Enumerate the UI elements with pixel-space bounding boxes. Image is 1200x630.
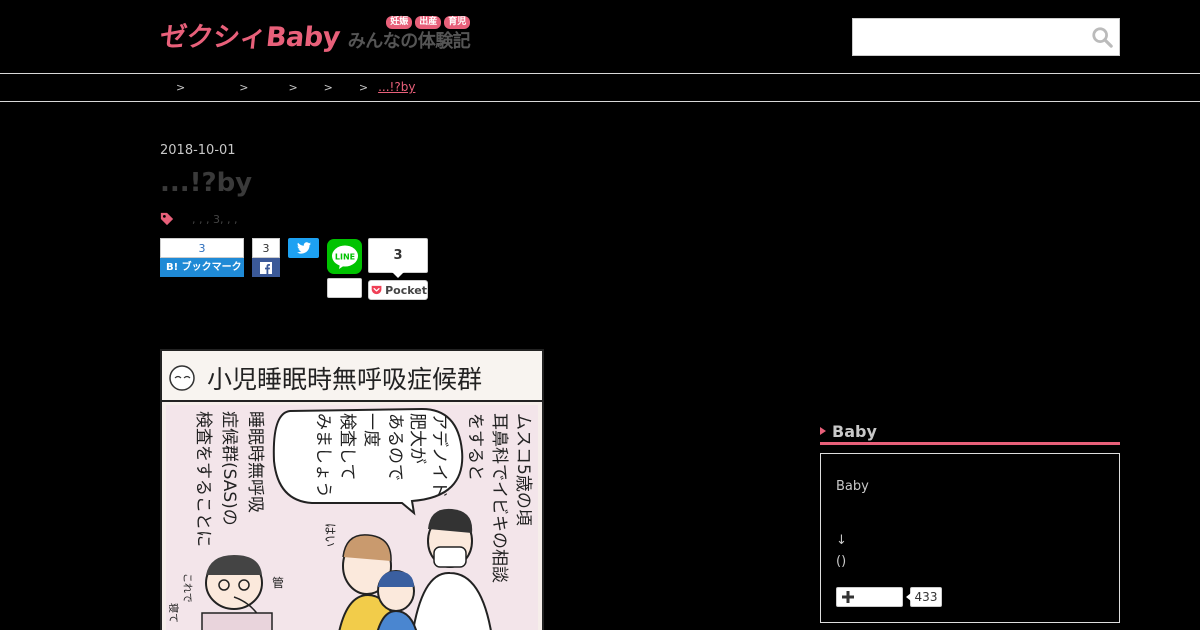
chevron-right-icon (820, 427, 826, 435)
breadcrumb-link[interactable] (258, 80, 278, 94)
bubble-line: あるので (385, 413, 405, 481)
breadcrumb-separator: > (358, 80, 369, 94)
sidebar-widget-box: Baby ↓ () 433 (820, 453, 1120, 623)
breadcrumb-link[interactable] (195, 80, 229, 94)
logo-side: 妊娠 出産 育児 みんなの体験記 (348, 16, 471, 54)
narration-line: 症候群(SAS)の (219, 411, 239, 526)
breadcrumb-separator: > (239, 80, 249, 94)
narration-line: 耳鼻科でイビキの相談 (489, 413, 509, 583)
small-label: 寝て (167, 603, 180, 623)
bubble-line: 一度 (361, 413, 381, 447)
breadcrumb-separator: > (323, 80, 333, 94)
line-icon: LINE (331, 245, 358, 269)
site-header: ゼクシィBaby 妊娠 出産 育児 みんなの体験記 (0, 0, 1200, 74)
logo-tag: 出産 (415, 16, 442, 29)
article-tags-text[interactable]: , , , 3, , , (192, 213, 237, 226)
sleeping-child-face (169, 365, 195, 391)
sidebar-widget-title: Baby (820, 420, 1120, 445)
pocket-icon (371, 285, 382, 295)
tag-icon (160, 212, 174, 226)
breadcrumb-link[interactable] (308, 80, 314, 94)
narration-line: ムスコ5歳の頃 (513, 413, 533, 526)
hatena-bookmark-button[interactable]: 3 B! ブックマーク (160, 238, 244, 278)
breadcrumb-link[interactable] (343, 80, 349, 94)
facebook-share-button[interactable]: 3 (252, 238, 280, 278)
follow-button[interactable] (836, 587, 903, 607)
breadcrumb-separator: > (176, 80, 186, 94)
narration-line: 検査をすることに (193, 411, 213, 547)
pocket-count: 3 (368, 238, 428, 273)
breadcrumb-current[interactable]: ...!?by (378, 80, 427, 94)
bubble-line: アデノイド (429, 413, 450, 498)
small-label: これで (181, 573, 193, 603)
widget-text: Baby (836, 479, 869, 494)
search-box (852, 18, 1120, 56)
small-label: 管 (272, 575, 284, 590)
manga-illustration: 小児睡眠時無呼吸症候群 アデノイド 肥大が あるので 一度 検査して みましょう… (160, 349, 544, 630)
twitter-icon (296, 242, 311, 254)
follow-count: 433 (906, 587, 942, 607)
logo-main-text: ゼクシィBaby (158, 22, 342, 53)
pocket-count-arrow (392, 272, 404, 278)
manga-title: 小児睡眠時無呼吸症候群 (207, 365, 482, 394)
sidebar-widget-title-text: Baby (832, 421, 877, 441)
pocket-label: Pocket (385, 283, 427, 297)
article-tags: , , , 3, , , (160, 212, 237, 226)
bubble-line: 検査して (337, 413, 357, 481)
logo-sub-text: みんなの体験記 (347, 31, 471, 52)
widget-text: ↓ (836, 533, 847, 548)
breadcrumb-link[interactable] (160, 80, 166, 94)
breadcrumb: > > > > > ...!?by (0, 74, 1200, 102)
breadcrumb-separator: > (288, 80, 298, 94)
narration-line: をすると (465, 413, 485, 481)
bubble-line: 肥大が (407, 413, 427, 464)
narration-line: 睡眠時無呼吸 (245, 411, 265, 513)
plus-icon (842, 591, 854, 603)
site-logo[interactable]: ゼクシィBaby 妊娠 出産 育児 みんなの体験記 (158, 16, 471, 60)
hatena-label: B! ブックマーク (160, 258, 244, 277)
line-icon-text: LINE (334, 252, 354, 261)
line-share-button[interactable]: LINE (327, 239, 362, 274)
article-title: ...!?by (160, 168, 253, 198)
facebook-icon (260, 261, 272, 274)
search-icon[interactable] (1091, 26, 1113, 48)
manga-drawing: 小児睡眠時無呼吸症候群 アデノイド 肥大が あるので 一度 検査して みましょう… (162, 351, 542, 630)
child-figure (376, 570, 418, 630)
line-count-box (327, 278, 362, 298)
twitter-share-button[interactable] (288, 238, 319, 258)
bubble-line: みましょう (313, 413, 333, 498)
small-label: はい (323, 523, 337, 547)
article-date: 2018-10-01 (160, 143, 236, 158)
pocket-button[interactable]: Pocket (368, 280, 428, 300)
logo-tag: 妊娠 (386, 16, 413, 29)
facebook-button-face (252, 258, 280, 277)
hatena-count: 3 (160, 238, 244, 258)
logo-tag: 育児 (444, 16, 471, 29)
search-input[interactable] (853, 19, 1083, 55)
facebook-count: 3 (252, 238, 280, 258)
widget-text: () (836, 554, 847, 569)
logo-tags: 妊娠 出産 育児 (386, 16, 471, 29)
